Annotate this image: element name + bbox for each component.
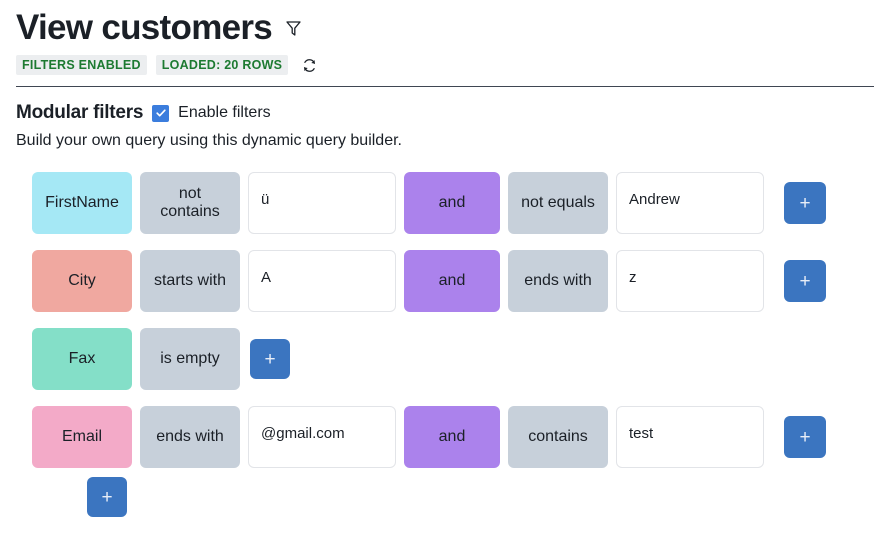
status-badge-rows: LOADED: 20 ROWS xyxy=(155,55,289,75)
filter-operator-chip[interactable]: ends with xyxy=(508,250,608,312)
add-filter-row-label: + xyxy=(101,486,113,508)
add-condition-wrapper: + xyxy=(784,416,826,458)
filter-operator-chip[interactable]: is empty xyxy=(140,328,240,390)
add-condition-label: + xyxy=(799,192,811,214)
refresh-icon[interactable] xyxy=(299,55,319,75)
filter-conjunction-chip[interactable]: and xyxy=(404,172,500,234)
filter-value-input[interactable] xyxy=(616,250,764,312)
filter-row: Emailends with andcontains + xyxy=(32,406,890,468)
page-root: View customers FILTERS ENABLED LOADED: 2… xyxy=(0,0,890,533)
filter-row: Fax is empty + xyxy=(32,328,890,390)
add-condition-label: + xyxy=(799,426,811,448)
filter-conjunction-chip[interactable]: and xyxy=(404,250,500,312)
title-row: View customers xyxy=(16,6,874,50)
add-filter-row-bar: + xyxy=(0,477,890,517)
filter-operator-chip[interactable]: starts with xyxy=(140,250,240,312)
enable-filters-checkbox[interactable] xyxy=(152,104,170,122)
filter-operator-chip[interactable]: not equals xyxy=(508,172,608,234)
add-condition-button[interactable]: + xyxy=(250,339,290,379)
add-condition-label: + xyxy=(264,348,276,370)
header-divider xyxy=(16,86,874,87)
filter-row: FirstNamenot contains andnot equals + xyxy=(32,172,890,234)
status-badge-filters: FILTERS ENABLED xyxy=(16,55,147,75)
add-condition-wrapper: + xyxy=(784,260,826,302)
filter-field-chip[interactable]: City xyxy=(32,250,132,312)
section-title: Modular filters xyxy=(16,102,144,123)
add-filter-row-button[interactable]: + xyxy=(87,477,127,517)
section-header: Modular filters Enable filters xyxy=(16,101,874,125)
filter-operator-chip[interactable]: not contains xyxy=(140,172,240,234)
filter-value-input[interactable] xyxy=(616,172,764,234)
page-title: View customers xyxy=(16,8,273,47)
add-condition-wrapper: + xyxy=(784,182,826,224)
section-subtitle: Build your own query using this dynamic … xyxy=(16,132,402,149)
filter-value-input[interactable] xyxy=(248,406,396,468)
filter-value-input[interactable] xyxy=(616,406,764,468)
filter-value-input[interactable] xyxy=(248,172,396,234)
page-header: View customers FILTERS ENABLED LOADED: 2… xyxy=(0,0,890,75)
add-condition-button[interactable]: + xyxy=(784,416,826,458)
filter-operator-chip[interactable]: ends with xyxy=(140,406,240,468)
add-condition-button[interactable]: + xyxy=(784,182,826,224)
add-condition-label: + xyxy=(799,270,811,292)
filter-rows-container: FirstNamenot containsandnot equals+Citys… xyxy=(0,172,890,468)
filter-conjunction-chip[interactable]: and xyxy=(404,406,500,468)
filter-operator-chip[interactable]: contains xyxy=(508,406,608,468)
filter-row: Citystarts with andends with + xyxy=(32,250,890,312)
filter-value-input[interactable] xyxy=(248,250,396,312)
filter-field-chip[interactable]: Fax xyxy=(32,328,132,390)
modular-filters-section: Modular filters Enable filters Build you… xyxy=(0,101,890,151)
funnel-icon[interactable] xyxy=(286,20,301,42)
filter-field-chip[interactable]: Email xyxy=(32,406,132,468)
add-condition-wrapper: + xyxy=(250,339,290,379)
filter-field-chip[interactable]: FirstName xyxy=(32,172,132,234)
add-condition-button[interactable]: + xyxy=(784,260,826,302)
status-row: FILTERS ENABLED LOADED: 20 ROWS xyxy=(16,55,874,75)
enable-filters-label: Enable filters xyxy=(178,104,271,121)
